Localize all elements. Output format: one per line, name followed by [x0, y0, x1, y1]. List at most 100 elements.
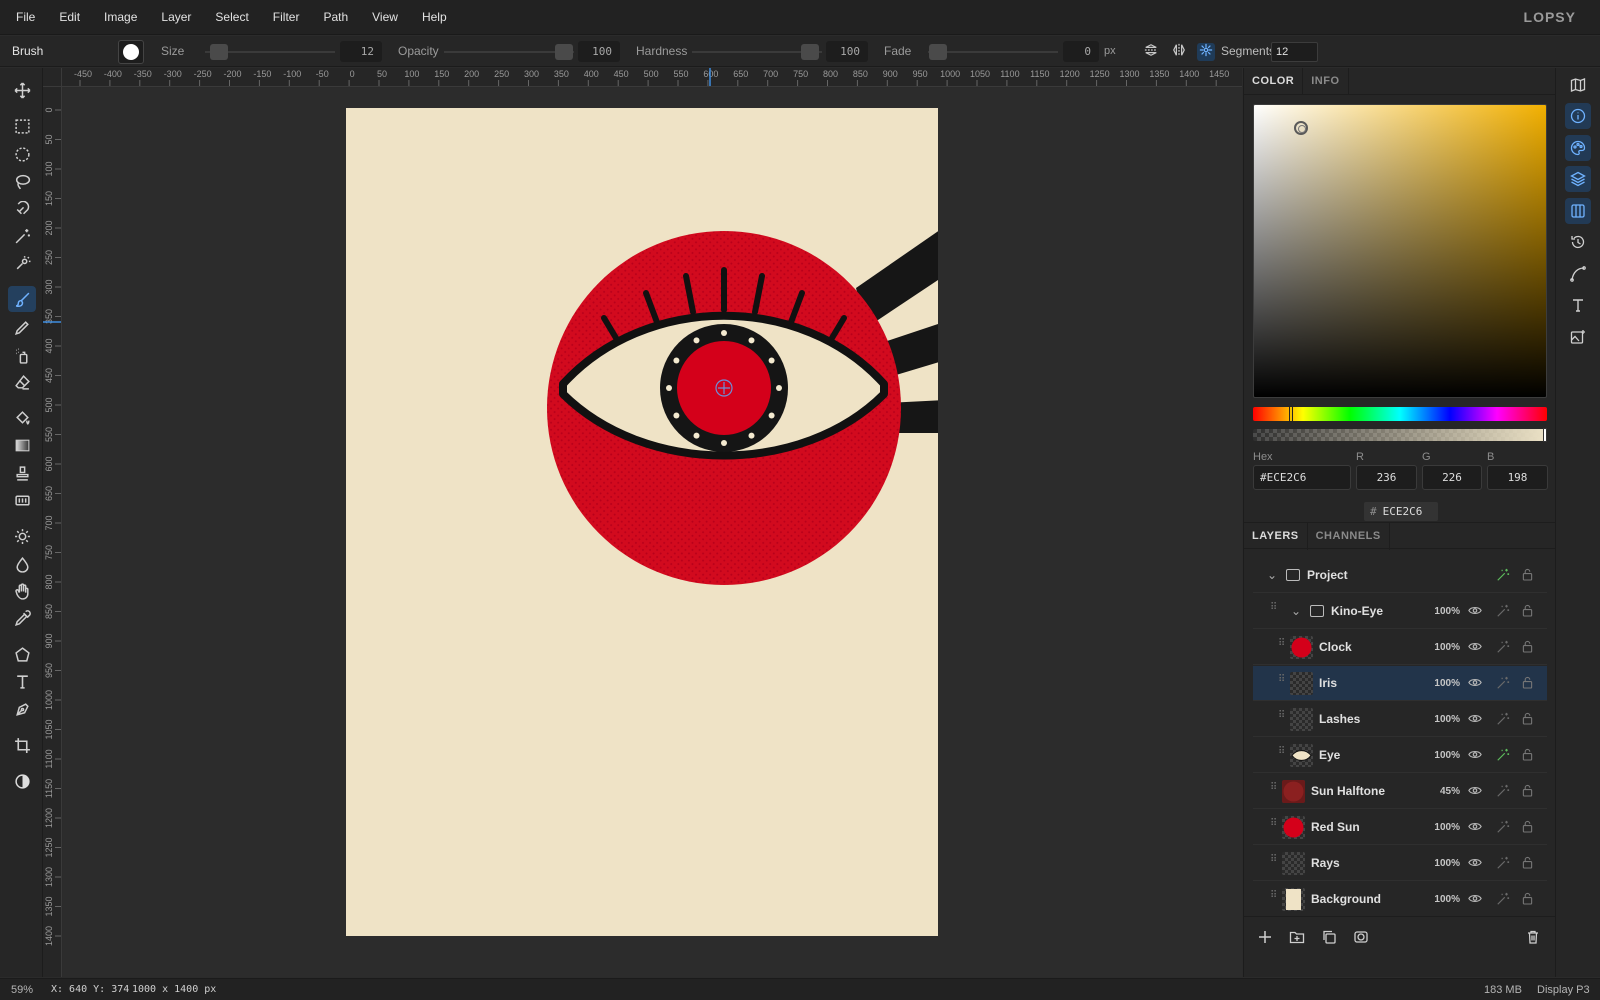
tab-color[interactable]: COLOR	[1244, 68, 1304, 95]
visibility-eye-icon[interactable]	[1468, 821, 1482, 833]
hue-slider-handle[interactable]	[1289, 406, 1293, 422]
lock-icon[interactable]	[1522, 640, 1534, 654]
zoom-level[interactable]: 59%	[11, 979, 33, 1000]
lock-icon[interactable]	[1522, 604, 1534, 618]
drag-handle-icon[interactable]: ⠿	[1270, 891, 1278, 905]
layer-row[interactable]: ⠿ Iris 100%	[1253, 666, 1547, 701]
lock-icon[interactable]	[1522, 568, 1534, 582]
lock-icon[interactable]	[1522, 748, 1534, 762]
drag-handle-icon[interactable]: ⠿	[1270, 855, 1278, 869]
visibility-eye-icon[interactable]	[1468, 605, 1482, 617]
layers-icon[interactable]	[1565, 166, 1591, 192]
visibility-eye-icon[interactable]	[1468, 785, 1482, 797]
alpha-slider[interactable]	[1253, 428, 1547, 442]
size-value[interactable]: 12	[340, 41, 382, 62]
segments-input[interactable]: 12	[1271, 42, 1318, 62]
alpha-slider-handle[interactable]	[1543, 428, 1547, 442]
menu-help[interactable]: Help	[410, 0, 459, 35]
drag-handle-icon[interactable]: ⠿	[1270, 783, 1278, 797]
palette-icon[interactable]	[1565, 135, 1591, 161]
polygon-icon[interactable]	[8, 641, 36, 667]
eraser-icon[interactable]	[8, 369, 36, 395]
effects-icon[interactable]	[1496, 604, 1510, 618]
layer-row[interactable]: ⠿ Clock 100%	[1253, 630, 1547, 665]
effects-icon[interactable]	[1496, 820, 1510, 834]
layer-opacity[interactable]: 100%	[1430, 594, 1460, 629]
effects-icon[interactable]	[1496, 748, 1510, 762]
pattern-icon[interactable]	[8, 487, 36, 513]
color-picker-cursor[interactable]	[1294, 121, 1308, 135]
canvas-workspace[interactable]	[63, 88, 1242, 977]
tab-layers[interactable]: LAYERS	[1244, 523, 1308, 550]
drag-handle-icon[interactable]: ⠿	[1278, 639, 1286, 653]
quick-select-icon[interactable]	[8, 250, 36, 276]
b-input[interactable]: 198	[1487, 465, 1548, 490]
hardness-value[interactable]: 100	[826, 41, 868, 62]
duplicate-layer-icon[interactable]	[1321, 929, 1339, 947]
lasso-icon[interactable]	[8, 168, 36, 194]
ellipse-select-icon[interactable]	[8, 141, 36, 167]
symmetry-radial-icon[interactable]	[1197, 43, 1215, 61]
hex-input[interactable]: #ECE2C6	[1253, 465, 1351, 490]
effects-icon[interactable]	[1496, 640, 1510, 654]
menu-select[interactable]: Select	[203, 0, 260, 35]
fade-slider[interactable]	[928, 51, 1058, 53]
hardness-slider-handle[interactable]	[801, 44, 819, 60]
layer-opacity[interactable]: 100%	[1430, 666, 1460, 701]
symmetry-vertical-icon[interactable]	[1142, 43, 1160, 61]
menu-image[interactable]: Image	[92, 0, 149, 35]
stamp-icon[interactable]	[8, 460, 36, 486]
menu-edit[interactable]: Edit	[47, 0, 92, 35]
hue-slider[interactable]	[1253, 406, 1547, 422]
visibility-eye-icon[interactable]	[1468, 893, 1482, 905]
curve-icon[interactable]	[1565, 261, 1591, 287]
visibility-eye-icon[interactable]	[1468, 857, 1482, 869]
rect-select-icon[interactable]	[8, 113, 36, 139]
symmetry-horizontal-icon[interactable]	[1170, 43, 1188, 61]
menu-path[interactable]: Path	[311, 0, 360, 35]
delete-layer-icon[interactable]	[1525, 929, 1543, 947]
vertical-ruler[interactable]: 0 50 100 150 200 250 300 350 400 450 500 550 600 650 7…	[43, 87, 62, 977]
history-icon[interactable]	[1565, 229, 1591, 255]
menu-filter[interactable]: Filter	[261, 0, 312, 35]
move-icon[interactable]	[8, 77, 36, 103]
tab-channels[interactable]: CHANNELS	[1308, 523, 1390, 550]
lock-icon[interactable]	[1522, 676, 1534, 690]
layer-row[interactable]: ⠿ Red Sun 100%	[1253, 810, 1547, 845]
effects-icon[interactable]	[1496, 784, 1510, 798]
horizontal-ruler[interactable]: -450 -400 -350 -300 -250 -200 -150 -100 -50 0 50 10…	[43, 68, 1242, 87]
bucket-icon[interactable]	[8, 405, 36, 431]
drag-handle-icon[interactable]: ⠿	[1278, 675, 1286, 689]
lock-icon[interactable]	[1522, 892, 1534, 906]
pen-icon[interactable]	[8, 696, 36, 722]
map-icon[interactable]	[1565, 72, 1591, 98]
opacity-slider-handle[interactable]	[555, 44, 573, 60]
layer-row[interactable]: ⠿ Lashes 100%	[1253, 702, 1547, 737]
drag-handle-icon[interactable]: ⠿	[1278, 711, 1286, 725]
magnetic-lasso-icon[interactable]	[8, 196, 36, 222]
layer-opacity[interactable]: 100%	[1430, 630, 1460, 665]
brush-icon[interactable]	[8, 286, 36, 312]
brush-preset-picker[interactable]	[118, 40, 144, 64]
saturation-value-picker[interactable]	[1253, 104, 1547, 398]
layer-opacity[interactable]: 100%	[1430, 846, 1460, 881]
lock-icon[interactable]	[1522, 712, 1534, 726]
effects-icon[interactable]	[1496, 712, 1510, 726]
drag-handle-icon[interactable]: ⠿	[1270, 603, 1278, 617]
eyedropper-icon[interactable]	[8, 605, 36, 631]
fade-value[interactable]: 0	[1063, 41, 1099, 62]
visibility-eye-icon[interactable]	[1468, 713, 1482, 725]
effects-icon[interactable]	[1496, 892, 1510, 906]
visibility-eye-icon[interactable]	[1468, 641, 1482, 653]
gradient-icon[interactable]	[8, 432, 36, 458]
visibility-eye-icon[interactable]	[1468, 749, 1482, 761]
lock-icon[interactable]	[1522, 784, 1534, 798]
add-layer-icon[interactable]	[1257, 929, 1275, 947]
type-icon[interactable]	[1565, 292, 1591, 318]
r-input[interactable]: 236	[1356, 465, 1417, 490]
drag-handle-icon[interactable]: ⠿	[1270, 819, 1278, 833]
layer-row[interactable]: ⠿ Background 100%	[1253, 882, 1547, 914]
blur-drop-icon[interactable]	[8, 551, 36, 577]
layer-row[interactable]: ⠿ ⌄ Kino-Eye 100%	[1253, 594, 1547, 629]
effects-icon[interactable]	[1496, 856, 1510, 870]
